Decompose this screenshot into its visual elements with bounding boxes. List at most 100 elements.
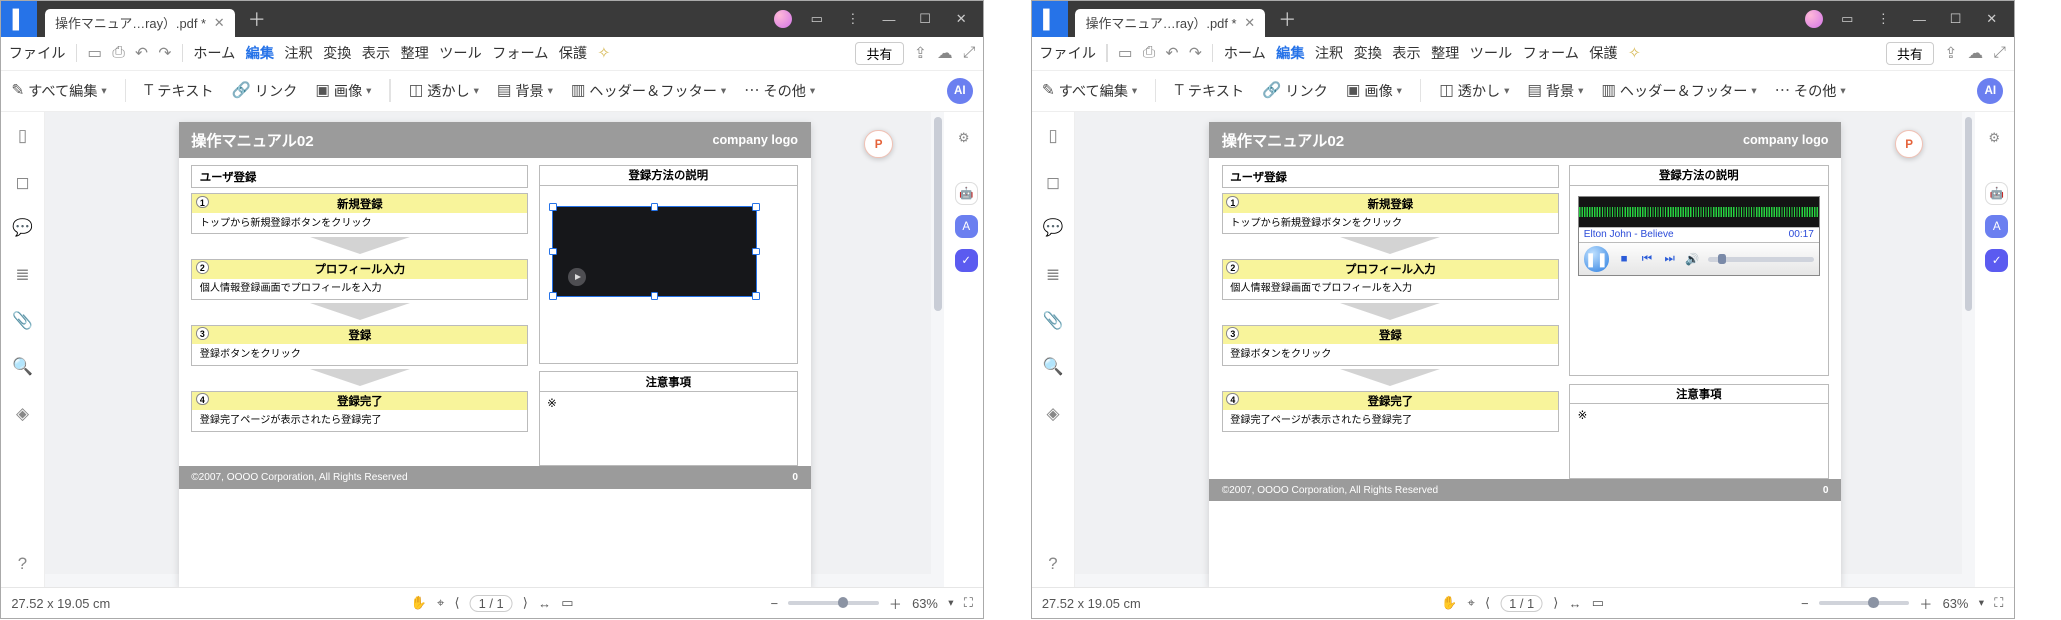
zoom-slider[interactable]	[788, 601, 878, 605]
text-button[interactable]: Tテキスト	[1174, 81, 1244, 101]
undo-icon[interactable]: ↶	[1166, 44, 1179, 63]
fullscreen-icon[interactable]: ⛶	[1994, 595, 2003, 611]
background-button[interactable]: ▤背景▾	[497, 81, 553, 101]
text-button[interactable]: Tテキスト	[144, 81, 214, 101]
close-icon[interactable]: ✕	[1244, 15, 1255, 31]
media-player[interactable]: Elton John - Believe 00:17 ❚❚ ■ ⏮ ⏭ 🔊	[1578, 196, 1820, 277]
zoom-out-icon[interactable]: −	[1801, 596, 1809, 611]
menu-file[interactable]: ファイル	[1039, 43, 1096, 63]
link-button[interactable]: 🔗リンク	[232, 81, 298, 101]
watermark-button[interactable]: ◫透かし▾	[409, 81, 479, 101]
menu-home[interactable]: ホーム	[1224, 43, 1266, 63]
open-icon[interactable]: ▭	[87, 44, 102, 63]
ppt-badge[interactable]: P	[1895, 130, 1923, 158]
bot-icon[interactable]: 🤖	[1985, 182, 2008, 205]
menu-tools[interactable]: ツール	[439, 43, 482, 63]
maximize-button[interactable]: ☐	[913, 11, 936, 27]
resize-handle[interactable]	[651, 292, 659, 300]
fit-width-icon[interactable]: ↔	[538, 596, 551, 611]
expand-icon[interactable]: ⤢	[1993, 44, 2005, 62]
play-icon[interactable]	[568, 268, 586, 286]
menu-view[interactable]: 表示	[362, 43, 390, 63]
print-icon[interactable]: ⎙	[1143, 44, 1155, 62]
close-icon[interactable]: ✕	[214, 15, 225, 31]
menu-protect[interactable]: 保護	[1589, 43, 1617, 63]
search-icon[interactable]: 🔍	[1042, 357, 1063, 377]
canvas[interactable]: P 操作マニュアル02 company logo ユーザ登録 1新規登録 トップ…	[1075, 112, 1975, 587]
bookmark-icon[interactable]: ◻	[1046, 172, 1060, 193]
page-indicator[interactable]: 1 / 1	[1500, 595, 1543, 612]
menu-convert[interactable]: 変換	[323, 43, 351, 63]
document-tab[interactable]: 操作マニュア…ray）.pdf * ✕	[1075, 9, 1265, 37]
zoom-slider[interactable]	[1819, 601, 1909, 605]
stop-button[interactable]: ■	[1617, 251, 1632, 266]
translate-icon[interactable]: A	[1985, 215, 2008, 238]
page-indicator[interactable]: 1 / 1	[470, 595, 513, 612]
menu-annotate[interactable]: 注釈	[1315, 43, 1343, 63]
ai-button[interactable]: AI	[1977, 78, 2003, 104]
menu-organize[interactable]: 整理	[1431, 43, 1459, 63]
resize-handle[interactable]	[752, 248, 760, 256]
list-icon[interactable]: ≣	[15, 264, 29, 285]
help-icon[interactable]: ?	[18, 554, 27, 574]
select-tool-icon[interactable]: ⌖	[1467, 595, 1474, 611]
canvas[interactable]: P 操作マニュアル02 company logo ユーザ登録 1新規登録 トップ…	[45, 112, 945, 587]
maximize-button[interactable]: ☐	[1944, 11, 1967, 27]
bulb-icon[interactable]: ✧	[1628, 44, 1641, 63]
bulb-icon[interactable]: ✧	[597, 44, 610, 63]
resize-handle[interactable]	[651, 203, 659, 211]
ppt-badge[interactable]: P	[864, 130, 892, 158]
layers-icon[interactable]: ◈	[1046, 403, 1059, 424]
other-button[interactable]: ⋯その他▾	[744, 81, 815, 101]
menu-file[interactable]: ファイル	[9, 43, 66, 63]
expand-icon[interactable]: ⤢	[963, 44, 975, 62]
hand-tool-icon[interactable]: ✋	[411, 595, 427, 611]
menu-edit[interactable]: 編集	[1276, 43, 1304, 63]
menu-organize[interactable]: 整理	[400, 43, 428, 63]
next-track-button[interactable]: ⏭	[1662, 251, 1677, 266]
translate-icon[interactable]: A	[955, 215, 978, 238]
avatar[interactable]	[774, 10, 792, 28]
menu-form[interactable]: フォーム	[1523, 43, 1579, 63]
menu-tools[interactable]: ツール	[1470, 43, 1513, 63]
bot-icon[interactable]: 🤖	[955, 182, 978, 205]
volume-icon[interactable]: 🔊	[1685, 251, 1700, 266]
sliders-icon[interactable]: ⚙	[951, 125, 977, 151]
seek-slider[interactable]	[1708, 257, 1814, 262]
fit-page-icon[interactable]: ▭	[561, 595, 573, 611]
header-footer-button[interactable]: ▥ヘッダー＆フッター▾	[1601, 81, 1756, 101]
prev-page-icon[interactable]: ⟨	[1485, 595, 1490, 611]
prev-page-icon[interactable]: ⟨	[455, 595, 460, 611]
new-tab-button[interactable]: ＋	[248, 6, 266, 32]
thumbnail-icon[interactable]: ▯	[18, 125, 27, 146]
resize-handle[interactable]	[752, 203, 760, 211]
zoom-in-icon[interactable]: ＋	[1919, 594, 1932, 613]
menu-home[interactable]: ホーム	[193, 43, 235, 63]
cloud-icon-1[interactable]: ⇪	[914, 44, 927, 63]
fullscreen-icon[interactable]: ⛶	[964, 595, 973, 611]
other-button[interactable]: ⋯その他▾	[1775, 81, 1846, 101]
zoom-in-icon[interactable]: ＋	[889, 594, 902, 613]
menu-protect[interactable]: 保護	[559, 43, 587, 63]
bookmark-icon[interactable]: ◻	[15, 172, 29, 193]
cloud-icon-1[interactable]: ⇪	[1944, 44, 1957, 63]
image-button[interactable]: ▣画像▾	[1346, 81, 1402, 101]
edit-all-button[interactable]: ✎すべて編集▾	[1042, 81, 1137, 101]
search-icon[interactable]: 🔍	[12, 357, 33, 377]
help-icon[interactable]: ?	[1048, 554, 1057, 574]
list-icon[interactable]: ≣	[1046, 264, 1060, 285]
vertical-scrollbar[interactable]	[1962, 112, 1975, 587]
chat-icon[interactable]: ▭	[805, 11, 828, 27]
video-object-selected[interactable]	[552, 206, 757, 297]
redo-icon[interactable]: ↷	[1189, 44, 1202, 63]
next-page-icon[interactable]: ⟩	[1553, 595, 1558, 611]
link-button[interactable]: 🔗リンク	[1262, 81, 1328, 101]
redo-icon[interactable]: ↷	[158, 44, 171, 63]
print-icon[interactable]: ⎙	[112, 44, 124, 62]
new-tab-button[interactable]: ＋	[1278, 6, 1296, 32]
prev-track-button[interactable]: ⏮	[1639, 251, 1654, 266]
menu-edit[interactable]: 編集	[246, 43, 274, 63]
hand-tool-icon[interactable]: ✋	[1441, 595, 1457, 611]
layers-icon[interactable]: ◈	[16, 403, 29, 424]
menu-convert[interactable]: 変換	[1354, 43, 1382, 63]
